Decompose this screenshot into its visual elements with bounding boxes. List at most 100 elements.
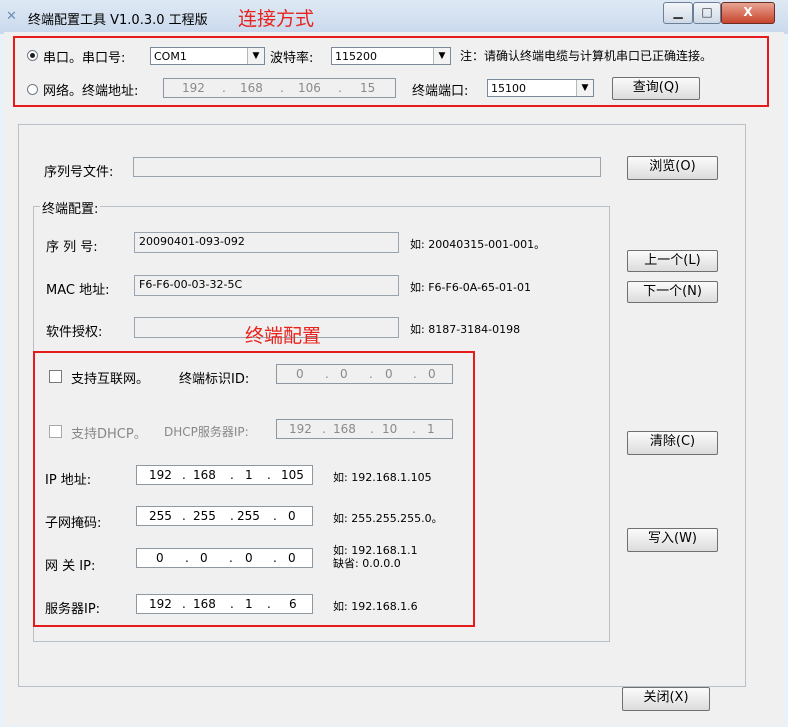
dhcp-server-input[interactable]: 192 . 168 . 10 . 1	[276, 419, 453, 439]
serial-no-label: 序 列 号:	[46, 240, 98, 255]
ip-octet: 0	[288, 551, 296, 565]
ip-octet: 0	[200, 551, 208, 565]
subnet-mask-label: 子网掩码:	[45, 516, 102, 531]
ip-octet: 192	[149, 468, 172, 482]
baud-label: 波特率:	[270, 51, 314, 66]
serial-file-label: 序列号文件:	[44, 165, 114, 180]
ip-address-label: IP 地址:	[45, 473, 92, 488]
terminal-id-label: 终端标识ID:	[179, 372, 250, 387]
maximize-button[interactable]: □	[693, 2, 721, 24]
next-button[interactable]: 下一个(N)	[627, 281, 718, 303]
ip-octet: 6	[289, 597, 297, 611]
dhcp-server-label: DHCP服务器IP:	[164, 425, 249, 439]
close-window-button[interactable]: X	[721, 2, 775, 24]
gateway-example-2: 缺省: 0.0.0.0	[333, 557, 401, 570]
gateway-example-1: 如: 192.168.1.1	[333, 544, 418, 557]
ip-octet: 0	[156, 551, 164, 565]
serial-port-select[interactable]: COM1 ▼	[150, 47, 265, 65]
subnet-mask-input[interactable]: 255 . 255 . 255 . 0	[136, 506, 313, 526]
serial-radio[interactable]	[27, 50, 38, 61]
ip-dot: .	[412, 422, 416, 436]
baud-rate-select[interactable]: 115200 ▼	[331, 47, 451, 65]
terminal-config-legend: 终端配置:	[40, 198, 101, 217]
server-ip-label: 服务器IP:	[45, 602, 101, 617]
ip-dot: .	[322, 422, 326, 436]
chevron-down-icon: ▼	[576, 80, 593, 96]
ip-dot: .	[413, 367, 417, 381]
chevron-down-icon: ▼	[433, 48, 450, 64]
terminal-config-annotation: 终端配置	[245, 325, 322, 347]
network-settings-box	[33, 351, 475, 627]
serial-no-example: 如: 20040315-001-001。	[410, 238, 546, 251]
ip-dot: .	[369, 367, 373, 381]
internet-label: 支持互联网。	[71, 372, 150, 387]
ip-octet: 168	[193, 597, 216, 611]
ip-octet: 0	[288, 509, 296, 523]
ip-octet: 192	[289, 422, 312, 436]
ip-dot: .	[273, 509, 277, 523]
ip-example: 如: 192.168.1.105	[333, 471, 432, 484]
ip-octet: 1	[427, 422, 435, 436]
server-ip-example: 如: 192.168.1.6	[333, 600, 418, 613]
terminal-port-value: 15100	[491, 82, 526, 95]
serial-file-field[interactable]	[133, 157, 601, 177]
mac-label: MAC 地址:	[46, 283, 110, 298]
ip-octet: 255	[149, 509, 172, 523]
ip-octet: 168	[193, 468, 216, 482]
previous-button[interactable]: 上一个(L)	[627, 250, 718, 272]
connect-mode-annotation: 连接方式	[238, 8, 315, 30]
ip-address-input[interactable]: 192 . 168 . 1 . 105	[136, 465, 313, 485]
ip-octet: 168	[240, 81, 263, 95]
ip-dot: .	[230, 468, 234, 482]
baud-rate-value: 115200	[335, 50, 377, 63]
server-ip-input[interactable]: 192 . 168 . 1 . 6	[136, 594, 313, 614]
ip-octet: 1	[245, 468, 253, 482]
gateway-label: 网 关 IP:	[45, 559, 96, 574]
ip-octet: 15	[360, 81, 376, 95]
terminal-id-input[interactable]: 0 . 0 . 0 . 0	[276, 364, 453, 384]
ip-dot: .	[230, 509, 234, 523]
ip-dot: .	[267, 597, 271, 611]
ip-octet: 0	[340, 367, 348, 381]
ip-dot: .	[273, 551, 277, 565]
terminal-port-select[interactable]: 15100 ▼	[487, 79, 594, 97]
serial-label: 串口。串口号:	[43, 51, 126, 66]
internet-checkbox[interactable]	[49, 370, 62, 383]
serial-port-value: COM1	[154, 50, 187, 63]
app-window: ✕ 终端配置工具 V1.0.3.0 工程版 连接方式 ▁ □ X 串口。串口号:…	[0, 0, 788, 727]
close-button[interactable]: 关闭(X)	[622, 687, 710, 711]
ip-dot: .	[267, 468, 271, 482]
serial-no-field[interactable]: 20090401-093-092	[134, 232, 399, 253]
dhcp-checkbox[interactable]	[49, 425, 62, 438]
mac-example: 如: F6-F6-0A-65-01-01	[410, 281, 531, 294]
ip-octet: 10	[382, 422, 398, 436]
ip-dot: .	[182, 509, 186, 523]
ip-octet: 255	[237, 509, 260, 523]
network-radio[interactable]	[27, 84, 38, 95]
ip-dot: .	[185, 551, 189, 565]
gateway-input[interactable]: 0 . 0 . 0 . 0	[136, 548, 313, 568]
terminal-address-input[interactable]: 192 . 168 . 106 . 15	[163, 78, 396, 98]
clear-button[interactable]: 清除(C)	[627, 431, 718, 455]
network-label: 网络。终端地址:	[43, 84, 139, 99]
ip-dot: .	[370, 422, 374, 436]
app-icon: ✕	[6, 9, 17, 24]
ip-octet: 1	[245, 597, 253, 611]
dhcp-label: 支持DHCP。	[71, 427, 147, 442]
query-button[interactable]: 查询(Q)	[612, 77, 700, 100]
ip-dot: .	[229, 551, 233, 565]
write-button[interactable]: 写入(W)	[627, 528, 718, 552]
minimize-button[interactable]: ▁	[663, 2, 693, 24]
subnet-mask-example: 如: 255.255.255.0。	[333, 512, 443, 525]
license-label: 软件授权:	[46, 325, 103, 340]
window-title: 终端配置工具 V1.0.3.0 工程版	[28, 13, 208, 28]
browse-button[interactable]: 浏览(O)	[627, 156, 718, 180]
mac-field[interactable]: F6-F6-00-03-32-5C	[134, 275, 399, 296]
ip-octet: 105	[281, 468, 304, 482]
ip-dot: .	[222, 81, 226, 95]
ip-dot: .	[325, 367, 329, 381]
port-label: 终端端口:	[412, 84, 469, 99]
ip-dot: .	[182, 468, 186, 482]
ip-dot: .	[230, 597, 234, 611]
ip-octet: 255	[193, 509, 216, 523]
